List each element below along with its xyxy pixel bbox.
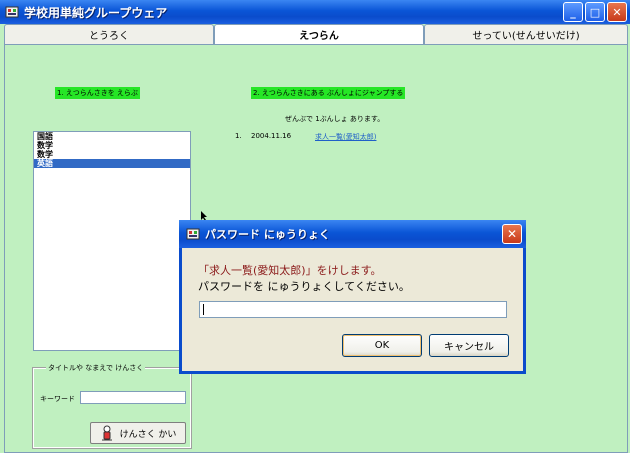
list-item[interactable]: 国語 bbox=[34, 132, 190, 141]
window-controls: _ □ ✕ bbox=[563, 2, 627, 22]
subject-list[interactable]: 国語 数学 数学 英語 bbox=[33, 131, 191, 351]
keyword-label: キーワード bbox=[40, 395, 75, 403]
password-dialog: パスワード にゅうりょく ✕ 「求人一覧(愛知太郎)」をけします。 パスワードを… bbox=[179, 220, 526, 374]
window-titlebar[interactable]: 学校用単純グループウェア _ □ ✕ bbox=[0, 0, 630, 24]
result-row: 1. 2004.11.16 求人一覧(愛知太郎) bbox=[235, 132, 376, 142]
tab-register[interactable]: とうろく bbox=[4, 24, 214, 44]
app-icon bbox=[186, 228, 200, 240]
maximize-button[interactable]: □ bbox=[585, 2, 605, 22]
list-item[interactable]: 数学 bbox=[34, 141, 190, 150]
dialog-message-line2: パスワードを にゅうりょくしてください。 bbox=[198, 280, 410, 293]
close-button[interactable]: ✕ bbox=[607, 2, 627, 22]
tab-settings[interactable]: せってい(せんせいだけ) bbox=[424, 24, 628, 44]
dialog-titlebar[interactable]: パスワード にゅうりょく ✕ bbox=[179, 220, 526, 248]
search-button-label: けんさく かい bbox=[119, 429, 177, 440]
step1-label: 1. えつらんさきを えらぶ bbox=[55, 87, 140, 99]
app-icon bbox=[5, 6, 19, 18]
dialog-message-line1: 「求人一覧(愛知太郎)」をけします。 bbox=[198, 264, 382, 277]
search-character-icon bbox=[101, 425, 112, 441]
cancel-button[interactable]: キャンセル bbox=[429, 334, 509, 357]
search-button[interactable]: けんさく かい bbox=[90, 422, 186, 444]
window-title: 学校用単純グループウェア bbox=[24, 5, 168, 20]
dialog-title: パスワード にゅうりょく bbox=[205, 228, 330, 241]
dialog-close-button[interactable]: ✕ bbox=[502, 224, 522, 244]
list-item[interactable]: 数学 bbox=[34, 150, 190, 159]
search-group: タイトルや なまえで けんさく キーワード けんさく かい bbox=[32, 363, 192, 449]
result-index: 1. bbox=[235, 132, 242, 140]
result-link[interactable]: 求人一覧(愛知太郎) bbox=[315, 132, 376, 142]
password-input[interactable] bbox=[199, 301, 507, 318]
step2-label: 2. えつらんさきにある ぶんしょにジャンプする bbox=[251, 87, 406, 99]
document-count: ぜんぶで 1ぶんしょ あります。 bbox=[285, 115, 385, 123]
keyword-input[interactable] bbox=[80, 391, 186, 404]
search-legend: タイトルや なまえで けんさく bbox=[46, 363, 146, 373]
tab-bar: とうろく えつらん せってい(せんせいだけ) bbox=[4, 24, 628, 44]
tab-browse[interactable]: えつらん bbox=[214, 24, 424, 44]
result-date: 2004.11.16 bbox=[251, 132, 292, 140]
list-item-selected[interactable]: 英語 bbox=[34, 159, 190, 168]
minimize-button[interactable]: _ bbox=[563, 2, 583, 22]
ok-button[interactable]: OK bbox=[342, 334, 422, 357]
